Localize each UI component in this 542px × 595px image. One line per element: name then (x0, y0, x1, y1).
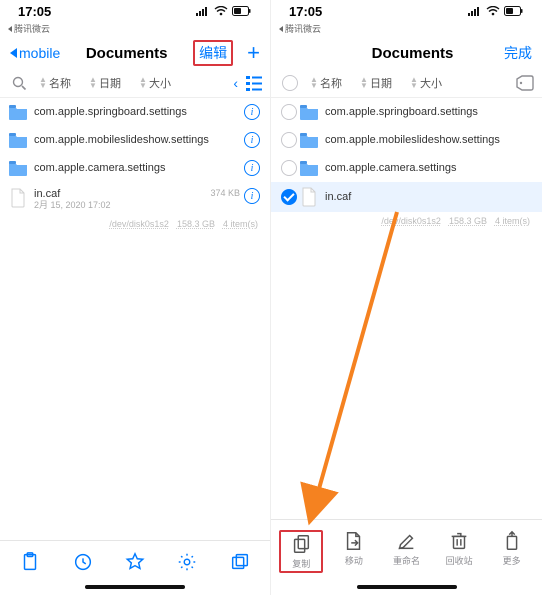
status-time: 17:05 (289, 4, 322, 19)
file-list: com.apple.springboard.settings i com.app… (0, 98, 270, 595)
select-circle[interactable] (281, 132, 297, 148)
list-item[interactable]: in.caf (271, 182, 542, 212)
list-view-icon[interactable] (246, 76, 262, 91)
windows-button[interactable] (218, 551, 262, 573)
status-time: 17:05 (18, 4, 51, 19)
info-icon[interactable]: i (244, 188, 260, 204)
folder-icon (8, 160, 28, 176)
select-circle[interactable] (281, 104, 297, 120)
move-button[interactable]: 移动 (332, 530, 376, 567)
info-icon[interactable]: i (244, 104, 260, 120)
status-icons (468, 6, 524, 16)
status-bar: 17:05 (0, 0, 270, 22)
phone-normal-mode: 17:05 腾讯微云 mobile Documents 编辑 + (0, 0, 271, 595)
history-button[interactable] (61, 551, 105, 573)
home-indicator (85, 585, 185, 589)
back-app-link[interactable]: 腾讯微云 (271, 22, 542, 37)
sort-bar: ▲▼名称 ▲▼日期 ▲▼大小 (271, 69, 542, 98)
nav-bar: mobile Documents 编辑 + (0, 37, 270, 69)
select-circle[interactable] (281, 160, 297, 176)
chevron-left-small-icon[interactable]: ‹ (233, 75, 238, 91)
home-indicator (357, 585, 457, 589)
edit-button[interactable]: 编辑 (193, 40, 233, 66)
folder-icon (299, 132, 319, 148)
list-item[interactable]: com.apple.camera.settings (271, 154, 542, 182)
select-circle-checked[interactable] (281, 189, 297, 205)
clipboard-button[interactable] (8, 551, 52, 573)
info-icon[interactable]: i (244, 160, 260, 176)
list-item[interactable]: com.apple.mobileslideshow.settings (271, 126, 542, 154)
nav-title: Documents (60, 45, 193, 62)
footer-stats: /dev/disk0s1s2 158.3 GB 4 item(s) (271, 212, 542, 226)
list-item[interactable]: com.apple.springboard.settings (271, 98, 542, 126)
more-button[interactable]: 更多 (490, 530, 534, 567)
file-size: 374 KB (210, 188, 240, 198)
status-icons (196, 6, 252, 16)
sort-name-button[interactable]: ▲▼名称 (30, 73, 80, 93)
footer-stats: /dev/disk0s1s2 158.3 GB 4 item(s) (0, 215, 270, 229)
folder-icon (8, 104, 28, 120)
trash-button[interactable]: 回收站 (437, 530, 481, 567)
sort-bar: ▲▼名称 ▲▼日期 ▲▼大小 ‹ (0, 69, 270, 98)
favorite-button[interactable] (113, 551, 157, 573)
sort-name-button[interactable]: ▲▼名称 (301, 73, 351, 93)
sort-date-button[interactable]: ▲▼日期 (351, 73, 401, 93)
back-app-link[interactable]: 腾讯微云 (0, 22, 270, 37)
list-item[interactable]: com.apple.camera.settings i (0, 154, 270, 182)
chevron-left-icon (10, 48, 17, 58)
sort-size-button[interactable]: ▲▼大小 (401, 73, 451, 93)
list-item[interactable]: com.apple.mobileslideshow.settings i (0, 126, 270, 154)
nav-bar: Documents 完成 (271, 37, 542, 69)
status-bar: 17:05 (271, 0, 542, 22)
sort-size-button[interactable]: ▲▼大小 (130, 73, 180, 93)
list-item[interactable]: in.caf 2月 15, 2020 17:02 374 KB i (0, 182, 270, 215)
phone-edit-mode: 17:05 腾讯微云 Documents 完成 ▲▼名称 ▲▼日期 ▲▼大小 (271, 0, 542, 595)
info-icon[interactable]: i (244, 132, 260, 148)
add-button[interactable]: + (247, 40, 260, 66)
rename-button[interactable]: 重命名 (384, 530, 428, 567)
file-icon (10, 188, 26, 208)
folder-icon (299, 104, 319, 120)
list-item[interactable]: com.apple.springboard.settings i (0, 98, 270, 126)
select-all-icon[interactable] (279, 75, 301, 91)
copy-button[interactable]: 复制 (279, 530, 323, 573)
nav-title: Documents (321, 45, 504, 62)
file-icon (301, 187, 317, 207)
tag-icon[interactable] (516, 75, 534, 91)
search-icon[interactable] (8, 76, 30, 91)
sort-date-button[interactable]: ▲▼日期 (80, 73, 130, 93)
done-button[interactable]: 完成 (504, 43, 532, 63)
folder-icon (299, 160, 319, 176)
folder-icon (8, 132, 28, 148)
settings-button[interactable] (165, 551, 209, 573)
nav-back-button[interactable]: mobile (10, 45, 60, 61)
bottom-toolbar-edit: 复制 移动 重命名 回收站 更多 (271, 519, 542, 595)
